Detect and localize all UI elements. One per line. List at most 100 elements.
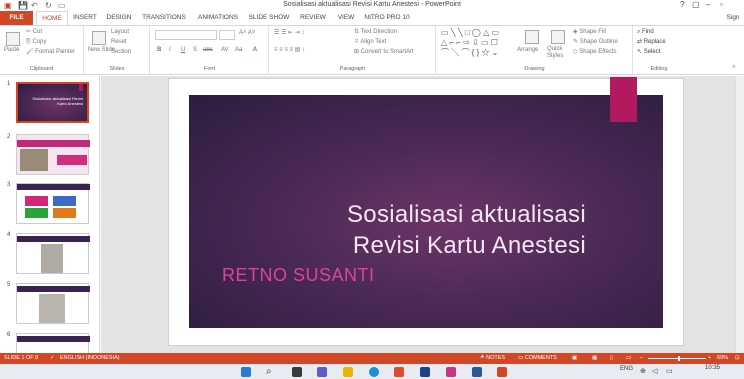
reset-button[interactable]: Reset [111, 38, 127, 47]
zoom-slider-thumb[interactable] [678, 356, 680, 361]
thumb-number: 6 [7, 332, 11, 338]
slide-thumbnail-5[interactable] [16, 283, 90, 324]
search-icon[interactable]: ⌕ [266, 366, 272, 377]
text-direction-icon: ⇅ [354, 29, 361, 35]
shape-effects-button[interactable]: ◇ Shape Effects [573, 48, 617, 57]
normal-view-icon[interactable]: ▣ [572, 353, 577, 364]
tab-animations[interactable]: ANIMATIONS [194, 11, 242, 25]
font-color-icon[interactable]: A [253, 46, 257, 55]
align-text-button[interactable]: ⇳ Align Text [354, 38, 386, 47]
pen-icon: ✎ [573, 39, 580, 45]
font-group: A˄ A˅ B I U S abc AV Aa A Font [151, 26, 269, 74]
change-case-icon[interactable]: Aa [235, 46, 242, 55]
slide-title-line-1[interactable]: Sosialisasi aktualisasi [240, 200, 586, 230]
file-explorer-icon[interactable] [343, 367, 353, 377]
notes-button[interactable]: ≜ NOTES [480, 353, 505, 364]
replace-button[interactable]: ⇄ Replace [637, 38, 666, 47]
font-size-dropdown[interactable] [219, 30, 235, 40]
paste-icon[interactable] [6, 32, 20, 46]
char-spacing-icon[interactable]: AV [221, 46, 229, 55]
select-button[interactable]: ↖ Select [637, 48, 660, 57]
slide-thumbnail-2[interactable] [16, 134, 90, 175]
maximize-icon[interactable]: ▫ [720, 0, 723, 11]
tab-view[interactable]: VIEW [333, 11, 359, 25]
section-button[interactable]: Section [111, 48, 131, 57]
quick-styles-button[interactable]: Quick Styles [547, 46, 569, 60]
language-tray[interactable]: ENG [620, 366, 633, 372]
slide-thumbnail-1[interactable]: Sosialisasi aktualisasi Revisi Kartu Ane… [16, 82, 89, 123]
store-icon[interactable] [394, 367, 404, 377]
shape-fill-button[interactable]: ◈ Shape Fill [573, 28, 606, 37]
font-name-dropdown[interactable] [155, 30, 217, 40]
ribbon-display-icon[interactable]: ▢ [692, 0, 700, 11]
slide-title-line-2[interactable]: Revisi Kartu Anestesi [240, 231, 586, 261]
convert-smartart-button[interactable]: ⊞ Convert to SmartArt [354, 48, 414, 57]
cut-button[interactable]: ✂ Cut [26, 28, 42, 37]
editing-label: Editing [650, 66, 668, 72]
windows-start-icon[interactable] [241, 367, 251, 377]
slideshow-view-icon[interactable]: ▭ [626, 353, 631, 364]
format-painter-button[interactable]: 🖌 Format Painter [26, 48, 75, 57]
language-indicator[interactable]: ENGLISH (INDONESIA) [60, 353, 120, 364]
slide-thumbnail-4[interactable] [16, 233, 90, 274]
volume-icon[interactable]: ◁ [652, 367, 657, 375]
spelling-icon[interactable]: ✓ [50, 353, 55, 364]
battery-icon[interactable]: ▭ [666, 367, 673, 375]
thumb-header [17, 184, 90, 190]
text-direction-button[interactable]: ⇅ Text Direction [354, 28, 397, 37]
align-icons[interactable]: ≡ ≡ ≡ ≡ ▤ ↕ [274, 46, 305, 55]
thumb-image [41, 244, 63, 273]
zoom-slider[interactable] [648, 358, 706, 359]
teams-icon[interactable] [317, 367, 327, 377]
tab-design[interactable]: DESIGN [103, 11, 135, 25]
copy-button[interactable]: ⎘ Copy [26, 38, 46, 47]
arrange-button[interactable]: Arrange [517, 46, 538, 55]
tab-insert[interactable]: INSERT [70, 11, 100, 25]
shape-outline-button[interactable]: ✎ Shape Outline [573, 38, 618, 47]
grow-font-icon[interactable]: A˄ A˅ [239, 29, 255, 38]
slide-thumbnail-6[interactable] [16, 333, 90, 353]
clock[interactable]: 10:35 [705, 365, 720, 371]
shadow-button[interactable]: S [193, 46, 197, 55]
tab-slide-show[interactable]: SLIDE SHOW [246, 11, 292, 25]
help-icon[interactable]: ? [680, 0, 684, 11]
instagram-icon[interactable] [446, 367, 456, 377]
photoshop-icon[interactable] [420, 367, 430, 377]
fit-slide-icon[interactable]: ⊡ [735, 353, 740, 364]
zoom-out-icon[interactable]: – [640, 353, 643, 364]
comments-button[interactable]: ▭ COMMENTS [518, 353, 557, 364]
paste-button[interactable]: Paste [4, 46, 19, 55]
vertical-scrollbar[interactable] [735, 76, 744, 353]
reading-view-icon[interactable]: ▯ [610, 353, 613, 364]
tab-file[interactable]: FILE [0, 11, 33, 25]
arrange-icon[interactable] [525, 30, 539, 44]
slide-thumbnail-3[interactable] [16, 183, 90, 224]
strikethrough-button[interactable]: abc [203, 46, 213, 55]
tab-home[interactable]: HOME [36, 11, 68, 25]
find-button[interactable]: ⌕ Find [637, 28, 654, 37]
bullets-icon[interactable]: ☰ ☰ ⇤ ⇥ ↕ [274, 29, 304, 38]
powerpoint-taskbar-icon[interactable] [497, 367, 507, 377]
word-icon[interactable] [472, 367, 482, 377]
tab-transitions[interactable]: TRANSITIONS [138, 11, 190, 25]
shapes-gallery[interactable]: ▭ ╲ ╲ □ ◯ △ ▭ △ ⌐ ⌐ ⇨ ⇩ ▭ ☐ ⌒ ╲ ⌒ { } ☆ ⌄ [441, 28, 499, 58]
minimize-icon[interactable]: – [706, 0, 710, 11]
quick-styles-icon[interactable] [551, 30, 565, 44]
tab-nitro[interactable]: NITRO PRO 10 [362, 11, 412, 25]
zoom-level[interactable]: 69% [717, 353, 728, 364]
zoom-in-icon[interactable]: + [708, 353, 711, 364]
sign-in-link[interactable]: Sign [722, 11, 744, 25]
underline-button[interactable]: U [181, 46, 185, 55]
italic-button[interactable]: I [169, 46, 171, 55]
new-slide-icon[interactable] [92, 31, 106, 45]
tab-review[interactable]: REVIEW [296, 11, 330, 25]
collapse-ribbon-icon[interactable]: ˄ [732, 64, 736, 73]
slide-sorter-icon[interactable]: ▦ [592, 353, 597, 364]
task-view-icon[interactable] [292, 367, 302, 377]
network-icon[interactable]: ⊕ [640, 367, 646, 375]
bold-button[interactable]: B [157, 46, 161, 55]
edge-icon[interactable] [369, 367, 379, 377]
layout-button[interactable]: Layout [111, 28, 129, 37]
thumb-image [39, 294, 65, 323]
slide-subtitle[interactable]: RETNO SUSANTI [222, 265, 375, 286]
